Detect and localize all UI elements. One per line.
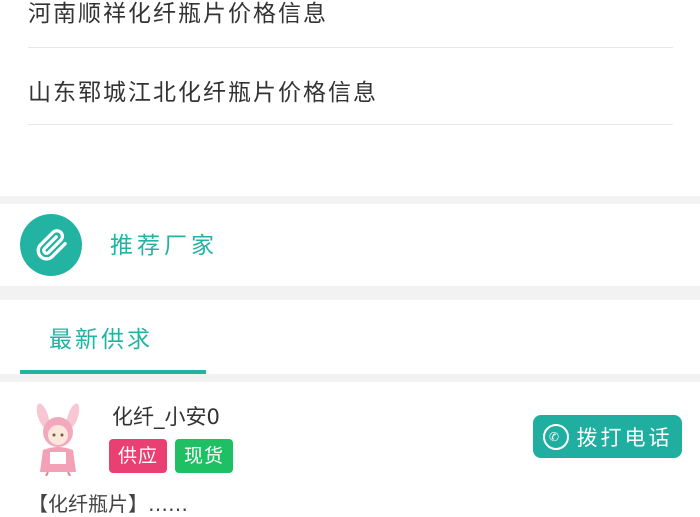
divider	[28, 124, 673, 125]
username[interactable]: 化纤_小安0	[112, 401, 220, 431]
call-button-label: 拨打电话	[576, 425, 673, 450]
paperclip-icon	[20, 214, 82, 276]
section-separator	[0, 374, 700, 382]
news-item[interactable]: 山东郓城江北化纤瓶片价格信息	[28, 73, 673, 107]
phone-icon: ✆	[542, 423, 569, 450]
section-separator	[0, 196, 700, 204]
recommend-title[interactable]: 推荐厂家	[110, 226, 218, 260]
post-description[interactable]: 【化纤瓶片】……	[28, 488, 678, 517]
tab-latest-supply[interactable]: 最新供求	[49, 320, 153, 354]
news-item[interactable]: 河南顺祥化纤瓶片价格信息	[28, 0, 673, 28]
avatar[interactable]	[26, 402, 90, 477]
supply-tag: 供应	[109, 439, 168, 473]
divider	[28, 47, 673, 48]
spot-tag: 现货	[175, 439, 234, 473]
call-button[interactable]: ✆ 拨打电话	[533, 415, 682, 458]
section-separator	[0, 286, 700, 300]
